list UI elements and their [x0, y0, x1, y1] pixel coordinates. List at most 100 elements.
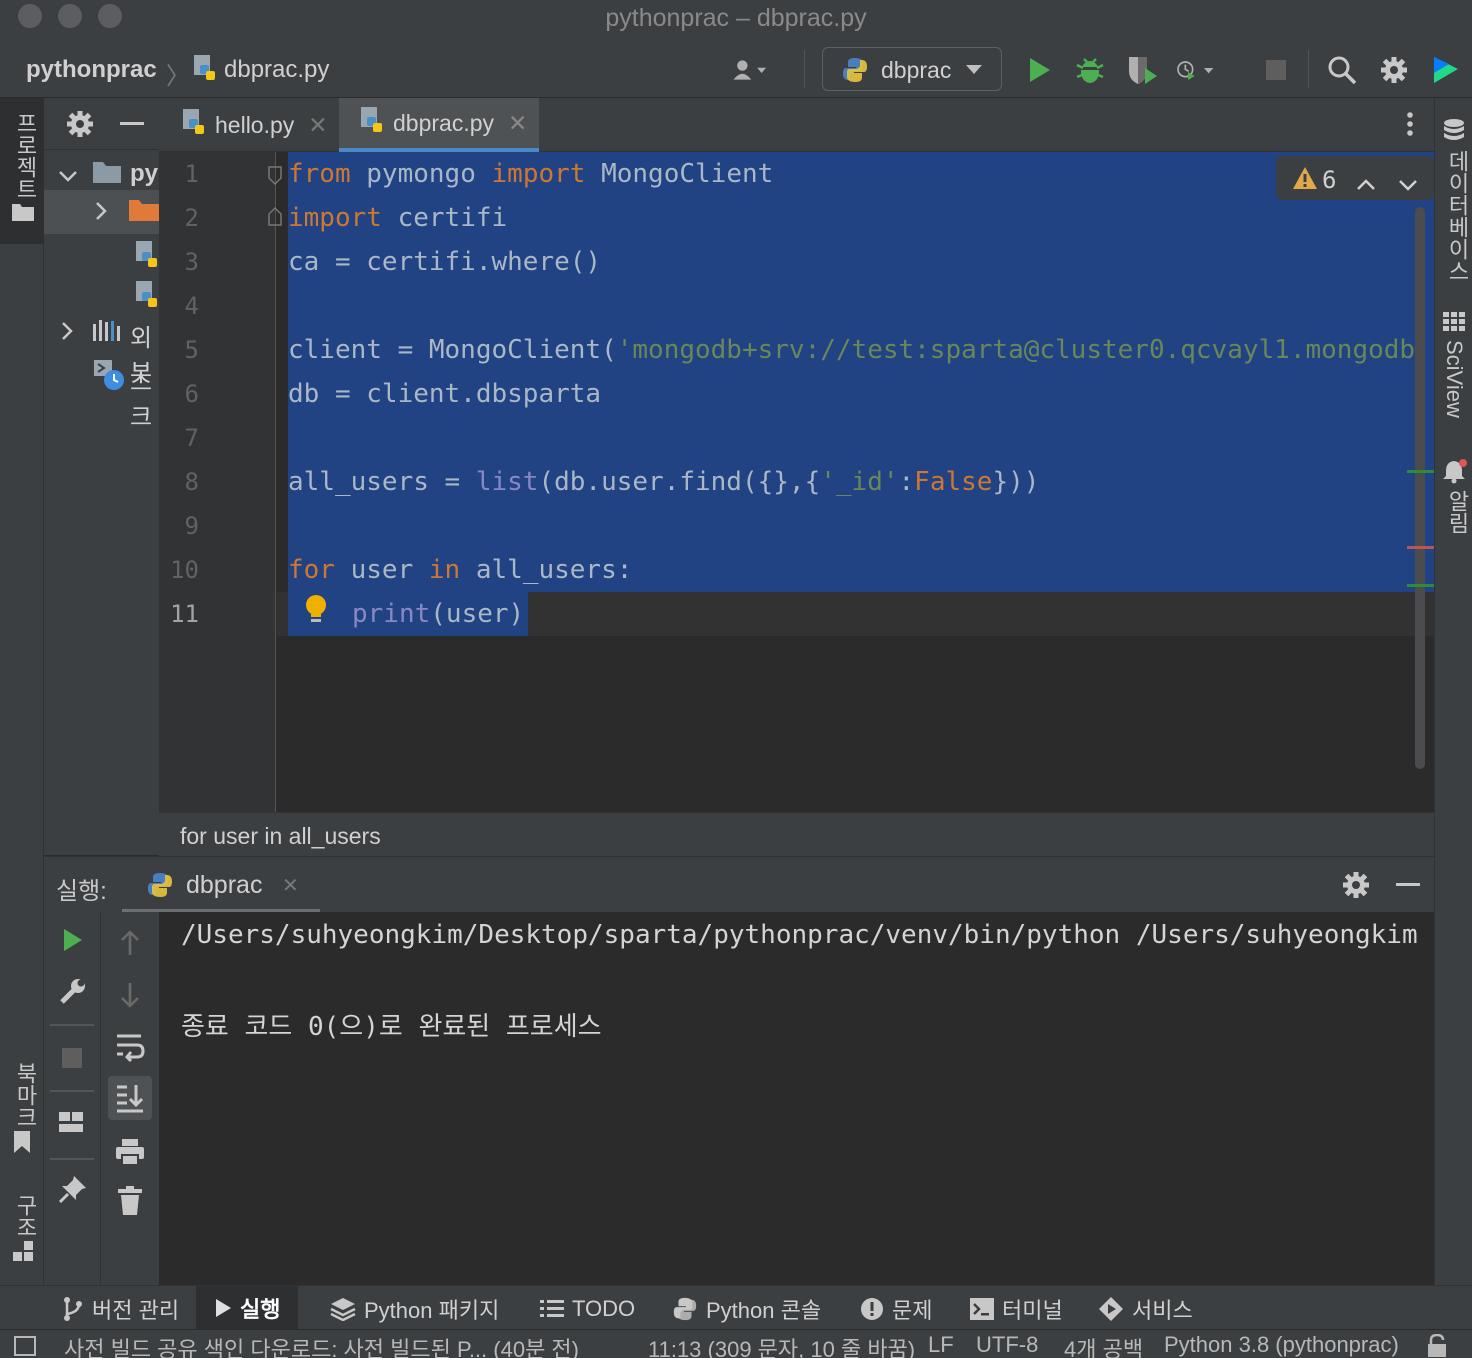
line-number: 8 [184, 468, 199, 496]
project-tool-button[interactable]: 프로젝트 [0, 98, 44, 244]
tree-item-file[interactable] [44, 234, 159, 278]
breadcrumb-chevron-icon: 〉 [166, 63, 190, 90]
soft-wrap-icon[interactable] [115, 1032, 145, 1067]
inspections-widget[interactable]: 6 [1276, 156, 1434, 200]
line-number-gutter: 1 2 3 4 5 6 7 8 9 10 11 [159, 152, 282, 812]
python-interpreter[interactable]: Python 3.8 (pythonprac) [1164, 1332, 1399, 1358]
tab-label: hello.py [215, 111, 295, 138]
code-line-5: client = MongoClient('mongodb+srv://test… [288, 335, 1416, 365]
status-message[interactable]: 사전 빌드 공유 색인 다운로드: 사전 빌드된 P... (40분 전) [64, 1332, 579, 1358]
tool-problems[interactable]: 문제 [860, 1292, 932, 1326]
code-line-10: for user in all_users: [288, 555, 633, 585]
tab-dbprac-py[interactable]: dbprac.py ✕ [339, 98, 539, 152]
close-tab-icon[interactable]: ✕ [282, 873, 299, 898]
code-line-8: all_users = list(db.user.find({},{'_id':… [288, 467, 1040, 497]
python-file-icon [359, 106, 385, 140]
code-line-3: ca = certifi.where() [288, 247, 602, 277]
coverage-icon[interactable] [1122, 50, 1162, 90]
editor-scrollbar[interactable] [1415, 207, 1425, 769]
layout-icon[interactable] [59, 1112, 85, 1139]
change-marker [1407, 470, 1434, 473]
code-editor[interactable]: 1 2 3 4 5 6 7 8 9 10 11 from pymongo imp… [159, 152, 1434, 812]
python-icon [146, 871, 174, 904]
sciview-tool-button[interactable]: SciView [1435, 310, 1472, 430]
toggle-tool-windows-icon[interactable] [14, 1336, 36, 1356]
line-separator[interactable]: LF [928, 1332, 954, 1358]
fold-marker-icon[interactable] [267, 206, 283, 230]
grid-icon [1443, 312, 1465, 337]
close-tab-icon[interactable]: ✕ [508, 110, 527, 137]
bookmark-icon [12, 1130, 32, 1159]
close-tab-icon[interactable]: ✕ [308, 112, 327, 139]
rerun-icon[interactable] [62, 928, 84, 957]
lock-icon[interactable] [1426, 1333, 1448, 1358]
panel-settings-gear-icon[interactable] [66, 110, 94, 143]
run-console-output[interactable]: /Users/suhyeongkim/Desktop/sparta/python… [159, 912, 1434, 1285]
window-title: pythonprac – dbprac.py [605, 4, 867, 32]
arrow-down-icon[interactable] [119, 982, 141, 1013]
structure-tool-button[interactable]: 구조 [0, 1190, 44, 1270]
debug-bug-icon[interactable] [1070, 50, 1110, 90]
edit-config-wrench-icon[interactable] [58, 976, 88, 1011]
tree-item-scratches[interactable]: 스크 [44, 354, 159, 431]
console-command-line: /Users/suhyeongkim/Desktop/sparta/python… [181, 920, 1418, 950]
bookmarks-tool-button[interactable]: 북마크 [0, 1058, 44, 1168]
python-file-icon [192, 54, 218, 87]
tool-version-control[interactable]: 버전 관리 [62, 1292, 179, 1326]
python-icon [673, 1297, 697, 1321]
code-line-1: from pymongo import MongoClient [288, 159, 774, 189]
stop-icon[interactable] [1256, 50, 1296, 90]
file-encoding[interactable]: UTF-8 [976, 1332, 1038, 1358]
pin-icon[interactable] [58, 1174, 88, 1209]
run-configuration-select[interactable]: dbprac [822, 47, 1002, 91]
hide-panel-minus-icon[interactable] [1396, 883, 1420, 886]
list-icon [540, 1300, 564, 1317]
tool-python-console[interactable]: Python 콘솔 [672, 1292, 821, 1326]
python-file-icon [134, 240, 159, 277]
database-tool-button[interactable]: 데이터베이스 [1435, 114, 1472, 284]
tool-services[interactable]: 서비스 [1098, 1292, 1193, 1326]
run-settings-gear-icon[interactable] [1342, 871, 1370, 904]
search-icon[interactable] [1322, 50, 1362, 90]
run-toolbar-secondary [101, 912, 159, 1285]
run-tab-dbprac[interactable]: dbprac ✕ [122, 857, 320, 913]
tool-terminal[interactable]: 터미널 [970, 1292, 1063, 1326]
right-tool-stripe: 데이터베이스 SciView 알림 [1434, 98, 1472, 1285]
tree-item-external-libraries[interactable]: 외부 [44, 310, 159, 387]
next-problem-chevron-down-icon[interactable] [1398, 170, 1418, 198]
intention-lightbulb-icon[interactable] [303, 592, 329, 630]
run-tab-label: dbprac [186, 871, 263, 899]
print-icon[interactable] [115, 1138, 145, 1171]
navigation-bar: pythonprac 〉 dbprac.py dbprac [0, 40, 1472, 98]
breadcrumb-project[interactable]: pythonprac [26, 56, 157, 84]
console-exit-message: 종료 코드 0(으)로 완료된 프로세스 [181, 1012, 602, 1042]
user-account-icon[interactable] [732, 50, 772, 90]
trash-icon[interactable] [118, 1186, 142, 1221]
error-marker [1407, 546, 1434, 549]
tool-todo[interactable]: TODO [540, 1292, 635, 1326]
previous-problem-chevron-up-icon[interactable] [1356, 170, 1376, 198]
services-icon [1099, 1297, 1123, 1321]
profiler-icon[interactable] [1176, 50, 1216, 90]
scroll-to-end-button[interactable] [108, 1076, 152, 1120]
scratch-clock-icon [92, 358, 126, 399]
code-breadcrumb[interactable]: for user in all_users [180, 823, 381, 850]
more-options-icon[interactable] [1403, 110, 1417, 145]
warning-icon [1292, 166, 1318, 196]
hide-panel-minus-icon[interactable] [120, 122, 144, 125]
fold-marker-icon[interactable] [267, 166, 283, 190]
chevron-down-icon [58, 162, 78, 190]
tree-item-venv[interactable] [44, 190, 159, 234]
breadcrumb-file[interactable]: dbprac.py [224, 56, 329, 84]
stop-icon[interactable] [62, 1048, 82, 1068]
indent-setting[interactable]: 4개 공백 [1064, 1332, 1143, 1358]
tool-python-packages[interactable]: Python 패키지 [330, 1292, 499, 1326]
caret-position[interactable]: 11:13 (309 문자, 10 줄 바꿈) [648, 1332, 915, 1358]
run-button[interactable] [1020, 50, 1060, 90]
arrow-up-icon[interactable] [119, 930, 141, 961]
code-with-me-icon[interactable] [1426, 50, 1466, 90]
tool-run[interactable]: 실행 [196, 1286, 299, 1330]
notifications-tool-button[interactable]: 알림 [1435, 456, 1472, 536]
settings-gear-icon[interactable] [1374, 50, 1414, 90]
tab-hello-py[interactable]: hello.py ✕ [159, 98, 337, 152]
